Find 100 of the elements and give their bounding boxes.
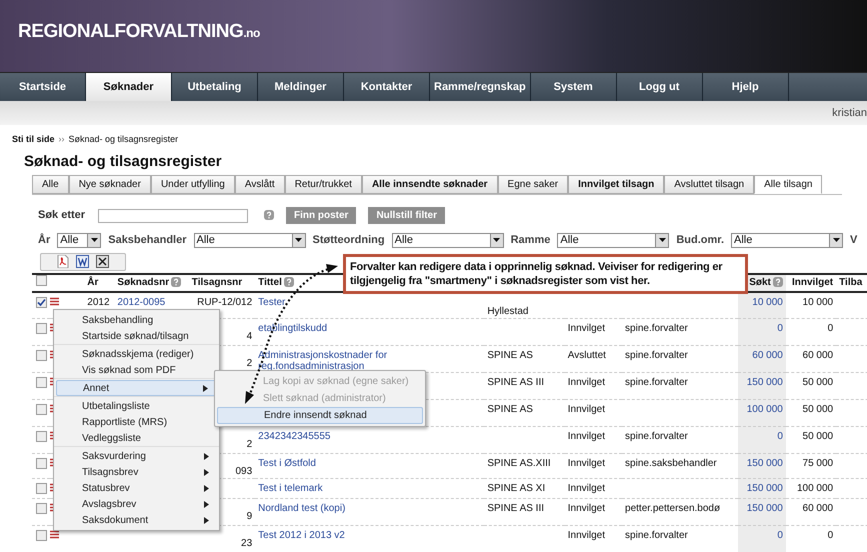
table-cell: spine.forvalter [625,530,688,541]
site-logo[interactable]: REGIONALFORVALTNING.no [18,18,260,46]
filter-select[interactable]: Alle [731,232,844,248]
menu-item[interactable]: Saksdokument [56,512,217,528]
table-cell: SPINE AS XI [487,483,546,494]
dropdown-icon [90,238,98,242]
menu-item[interactable]: Avslagsbrev [56,496,217,512]
filter-tab[interactable]: Innvilget tilsagn [568,175,664,194]
nav-tab[interactable]: Hjelp [702,73,789,101]
title-link[interactable]: Tester [258,296,482,308]
row-checkbox[interactable] [36,483,47,494]
table-cell: Innvilget [568,404,605,415]
menu-item[interactable]: Vis søknad som PDF [56,362,217,378]
filter-tab[interactable]: Retur/trukket [284,175,362,194]
column-header[interactable]: Tittel [258,276,282,288]
filter-tab[interactable]: Alle [32,175,69,194]
nav-tab[interactable]: Utbetaling [172,73,258,101]
filter-tab[interactable]: Alle innsendte søknader [362,175,498,194]
dropdown-icon [493,238,500,242]
excel-icon[interactable] [96,255,109,268]
table-cell: 2012 [87,296,110,308]
nav-tab[interactable]: Startside [0,73,86,101]
filter-select[interactable]: Alle [57,232,102,248]
row-checkbox[interactable] [36,431,47,442]
menu-item[interactable]: Saksbehandling [56,312,217,328]
table-cell: 093 [235,466,252,478]
table-cell: 50 000 [802,431,834,442]
menu-icon[interactable] [50,296,60,306]
user-name: kristian [832,106,867,121]
row-checkbox[interactable] [36,458,47,469]
breadcrumb-item[interactable]: Søknad- og tilsagnsregister [68,133,178,146]
help-icon [171,276,182,287]
title-link[interactable]: Test 2012 i 2013 v2 [258,530,482,541]
search-field[interactable] [98,208,248,222]
filter-tab[interactable]: Nye søknader [68,175,151,194]
row-checkbox[interactable] [36,377,47,388]
filter-tab[interactable]: Egne saker [498,175,568,194]
filter-select[interactable]: Alle [194,232,306,248]
table-cell[interactable]: 2012-0095 [117,296,166,308]
table-cell: 60 000 [802,503,834,514]
menu-icon[interactable] [50,530,60,539]
title-link[interactable]: Administrasjonskostnader for reg.fondsadministrasjon [258,350,482,372]
table-cell: SPINE AS [487,350,533,361]
row-checkbox[interactable] [36,350,47,361]
table-cell: Avsluttet [568,350,606,361]
table-cell: 4 [246,331,252,343]
column-header[interactable]: År [87,276,98,288]
menu-item[interactable]: Startside søknad/tilsagn [56,328,217,344]
filter-tab[interactable]: Avslått [234,175,285,194]
row-checkbox[interactable] [36,530,47,541]
column-header[interactable]: Tilba [839,276,862,288]
title-link[interactable]: 2342342345555 [258,431,482,442]
row-checkbox[interactable] [36,503,47,514]
filter-tab[interactable]: Under utfylling [150,175,235,194]
menu-item[interactable]: Utbetalingsliste [56,398,217,414]
menu-item[interactable]: Saksvurdering [56,448,217,464]
column-header[interactable]: Søknadsnr [117,276,170,288]
amount-link[interactable]: 0 [777,323,783,334]
amount-link[interactable]: 0 [777,530,783,541]
nav-tab[interactable]: Meldinger [258,73,344,101]
title-link[interactable]: Nordland test (kopi) [258,503,482,514]
filter-tab[interactable]: Alle tilsagn [754,175,822,194]
menu-item[interactable]: Søknadsskjema (rediger) [56,346,217,362]
submenu-item[interactable]: Endre innsendt søknad [217,407,423,424]
menu-item[interactable]: Vedleggsliste [56,430,217,446]
menu-item[interactable]: Annet [56,380,217,396]
row-checkbox[interactable] [36,404,47,415]
title-link[interactable]: etablingtilskudd [258,323,482,334]
nav-tab[interactable]: System [530,73,617,101]
menu-item[interactable]: Rapportliste (MRS) [56,414,217,430]
amount-link[interactable]: 0 [777,431,783,442]
nav-tab[interactable]: Søknader [86,73,172,101]
word-icon[interactable] [76,255,89,268]
filter-select[interactable]: Alle [392,232,504,248]
menu-item[interactable]: Statusbrev [56,480,217,496]
menu-item[interactable]: Tilsagnsbrev [56,464,217,480]
nav-tab[interactable]: Logg ut [616,73,703,101]
nav-tab[interactable]: Ramme/regnskap [430,73,531,101]
caret-icon [203,384,208,392]
caret-icon [204,468,209,476]
nav-tab[interactable]: Kontakter [344,73,430,101]
title-link[interactable]: Test i Østfold [258,458,482,469]
table-cell: Innvilget [568,458,605,469]
column-header[interactable]: Innvilget [792,276,834,288]
column-header[interactable]: Tilsagnsnr [192,276,242,288]
table-cell: Innvilget [568,323,605,334]
pdf-icon[interactable] [57,255,69,268]
search-label: Søk etter [38,208,86,224]
table-cell: petter.pettersen.bodø [625,503,720,514]
filter-label: V [850,233,858,248]
row-checkbox[interactable] [36,323,47,334]
table-cell: Innvilget [568,503,605,514]
table-cell: Hyllestad [487,306,528,318]
row-checkbox[interactable] [36,275,47,286]
row-checkbox[interactable] [36,296,47,308]
table-cell: SPINE AS.XIII [487,458,551,469]
title-link[interactable]: Test i telemark [258,483,482,494]
filter-tab[interactable]: Avsluttet tilsagn [664,175,754,194]
callout-box: Forvalter kan redigere data i opprinnelig søknad. Veiviser for redigering er tilgjengelig fra "smartmeny" i søknadsregister som vist her. [343,254,748,294]
filter-select[interactable]: Alle [557,232,670,248]
